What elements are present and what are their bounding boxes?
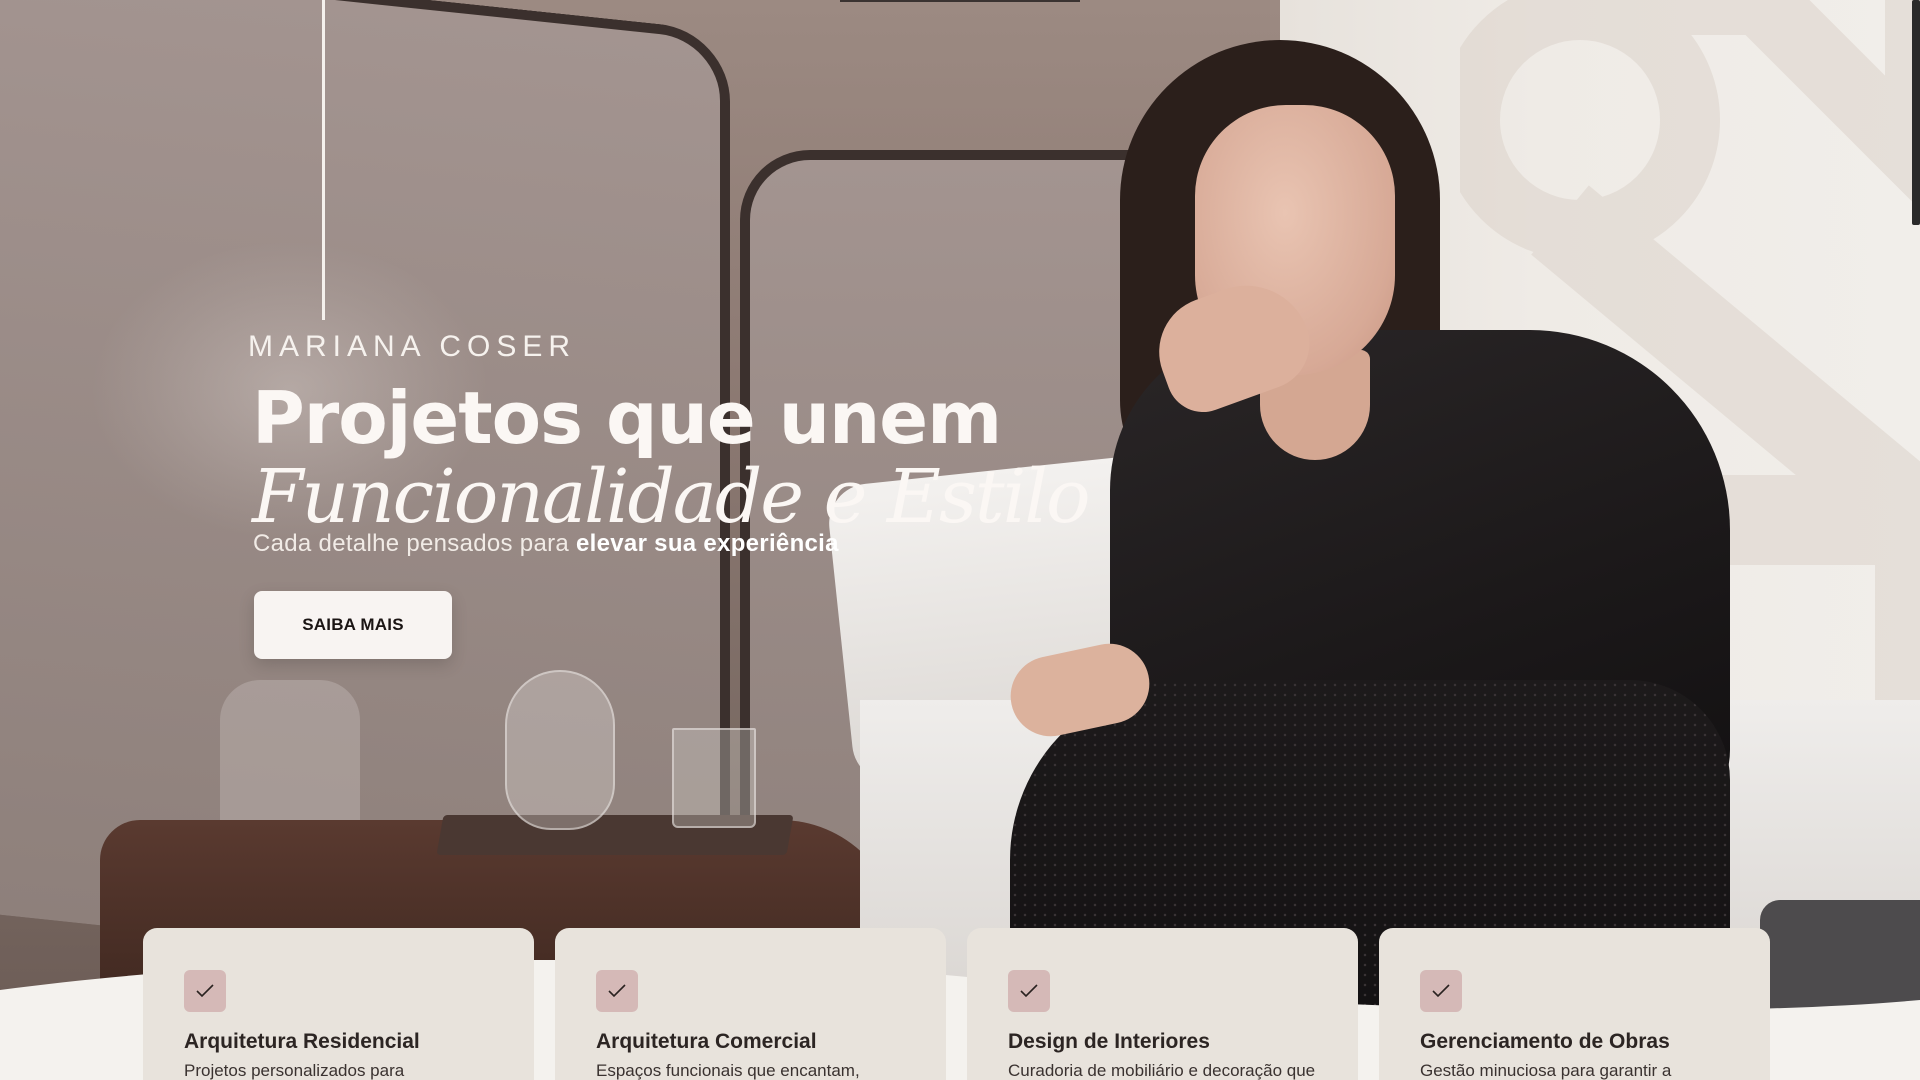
check-icon [596, 970, 638, 1012]
service-description: Curadoria de mobiliário e decoração que … [1008, 1062, 1316, 1080]
service-title: Arquitetura Residencial [184, 1030, 420, 1053]
service-card[interactable]: Design de Interiores Curadoria de mobili… [967, 928, 1358, 1080]
service-title: Arquitetura Comercial [596, 1030, 817, 1053]
headline-line-2: Funcionalidade e Estilo [252, 454, 1091, 540]
service-card[interactable]: Gerenciamento de Obras Gestão minuciosa … [1379, 928, 1770, 1080]
check-icon [1008, 970, 1050, 1012]
service-title: Gerenciamento de Obras [1420, 1030, 1670, 1053]
subtitle-regular: Cada detalhe pensados para [253, 530, 570, 557]
hero-headline: Projetos que unem Funcionalidade e Estil… [252, 375, 1091, 540]
check-icon [184, 970, 226, 1012]
service-card[interactable]: Arquitetura Residencial Projetos persona… [143, 928, 534, 1080]
subtitle-bold: elevar sua experiência [576, 530, 839, 557]
decorative-top-line [840, 0, 1080, 2]
hero-subtitle: Cada detalhe pensados para elevar sua ex… [253, 530, 839, 558]
services-cards: Arquitetura Residencial Projetos persona… [143, 928, 1771, 1080]
brand-logo[interactable]: MARIANA COSER [248, 330, 576, 364]
page-scrollbar[interactable] [1912, 0, 1920, 225]
decorative-vertical-line [322, 0, 325, 320]
service-description: Gestão minuciosa para garantir a excelên… [1420, 1062, 1698, 1080]
hero-section: MARIANA COSER Projetos que unem Funciona… [0, 0, 1920, 1080]
service-description: Projetos personalizados para residências… [184, 1062, 480, 1080]
service-card[interactable]: Arquitetura Comercial Espaços funcionais… [555, 928, 946, 1080]
headline-line-1: Projetos que unem [252, 376, 1002, 460]
saiba-mais-button[interactable]: SAIBA MAIS [254, 591, 452, 659]
service-description: Espaços funcionais que encantam, refleti… [596, 1062, 860, 1080]
check-icon [1420, 970, 1462, 1012]
service-title: Design de Interiores [1008, 1030, 1210, 1053]
